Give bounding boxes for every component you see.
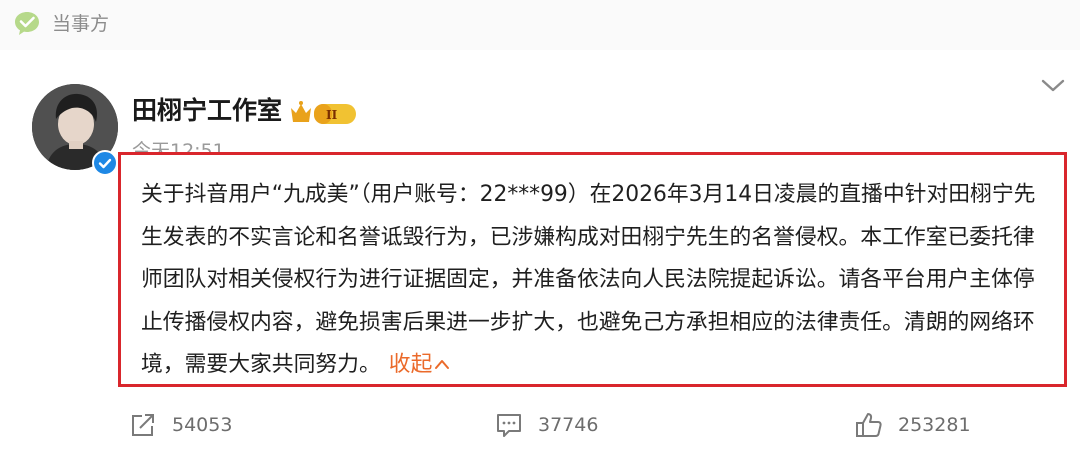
chevron-down-icon[interactable] bbox=[1038, 76, 1068, 96]
comment-count: 37746 bbox=[538, 414, 599, 436]
post-text: 关于抖音用户“九成美”（用户账号：22***99）在2026年3月14日凌晨的直… bbox=[141, 174, 1050, 387]
thumbs-up-icon bbox=[856, 413, 882, 437]
chevron-up-icon[interactable] bbox=[434, 358, 450, 370]
vip-crown-badge-icon: II bbox=[291, 101, 356, 124]
repost-count: 54053 bbox=[172, 414, 233, 436]
like-count: 253281 bbox=[898, 414, 971, 436]
author-name[interactable]: 田栩宁工作室 bbox=[132, 94, 282, 128]
comment-icon bbox=[497, 414, 521, 437]
comment-button[interactable]: 37746 bbox=[494, 408, 598, 442]
vip-badge-label: II bbox=[326, 108, 338, 122]
share-icon bbox=[132, 414, 154, 436]
like-button[interactable]: 253281 bbox=[854, 408, 971, 442]
chat-bubble-icon bbox=[15, 12, 39, 35]
source-label: 当事方 bbox=[52, 13, 110, 35]
collapse-link[interactable]: 收起 bbox=[389, 352, 451, 377]
verified-badge-icon bbox=[92, 150, 118, 176]
post-body-text: 关于抖音用户“九成美”（用户账号：22***99）在2026年3月14日凌晨的直… bbox=[141, 182, 1036, 377]
collapse-label[interactable]: 收起 bbox=[389, 352, 433, 377]
post-body-highlighted: 关于抖音用户“九成美”（用户账号：22***99）在2026年3月14日凌晨的直… bbox=[118, 152, 1067, 387]
repost-button[interactable]: 54053 bbox=[128, 408, 232, 442]
source-bar: 当事方 bbox=[0, 0, 1080, 50]
